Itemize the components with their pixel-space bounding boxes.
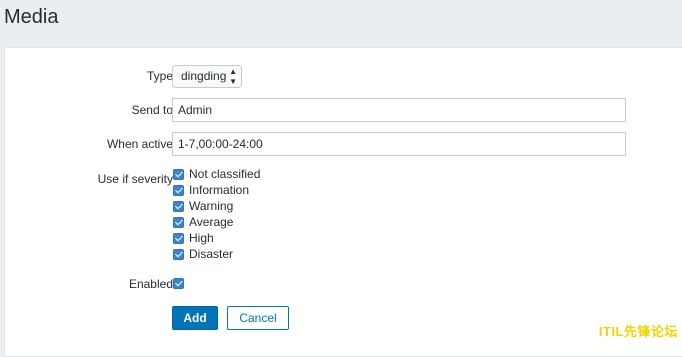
enabled-checkbox-row[interactable] [173,275,184,291]
severity-disaster[interactable]: Disaster [173,246,233,262]
severity-label: Use if severity [97,172,173,186]
severity-option-label: Disaster [189,247,234,261]
severity-high[interactable]: High [173,230,214,246]
page-title: Media [4,6,59,28]
checkbox-checked-icon[interactable] [173,216,184,228]
select-arrows-icon: ▲ ▼ [229,66,237,86]
enabled-checkbox[interactable] [173,277,184,289]
type-select[interactable]: dingding ▲ ▼ [172,65,242,88]
watermark-text: ITIL先锋论坛 [598,324,678,339]
severity-option-label: Information [189,183,250,197]
type-select-value: dingding [181,69,227,83]
severity-option-label: High [189,231,214,245]
type-label: Type [146,69,173,83]
severity-option-label: Average [189,215,234,229]
when-active-input[interactable] [172,132,626,156]
severity-warning[interactable]: Warning [173,198,233,214]
send-to-label: Send to [131,103,173,117]
media-form: Type dingding ▲▼ Send to When active Use… [4,47,682,357]
page-header: Media [0,0,682,38]
severity-option-label: Not classified [189,167,261,181]
checkbox-checked-icon[interactable] [173,200,184,212]
checkbox-checked-icon[interactable] [173,248,184,260]
severity-information[interactable]: Information [173,182,249,198]
severity-not-classified[interactable]: Not classified [173,166,260,182]
checkbox-checked-icon[interactable] [173,232,184,244]
checkbox-checked-icon[interactable] [173,168,184,180]
add-button[interactable]: Add [172,306,218,330]
send-to-input[interactable] [172,98,626,122]
cancel-button[interactable]: Cancel [227,306,289,330]
enabled-label: Enabled [128,277,173,291]
when-active-label: When active [106,137,173,151]
severity-option-label: Warning [189,199,234,213]
checkbox-checked-icon[interactable] [173,184,184,196]
severity-average[interactable]: Average [173,214,233,230]
